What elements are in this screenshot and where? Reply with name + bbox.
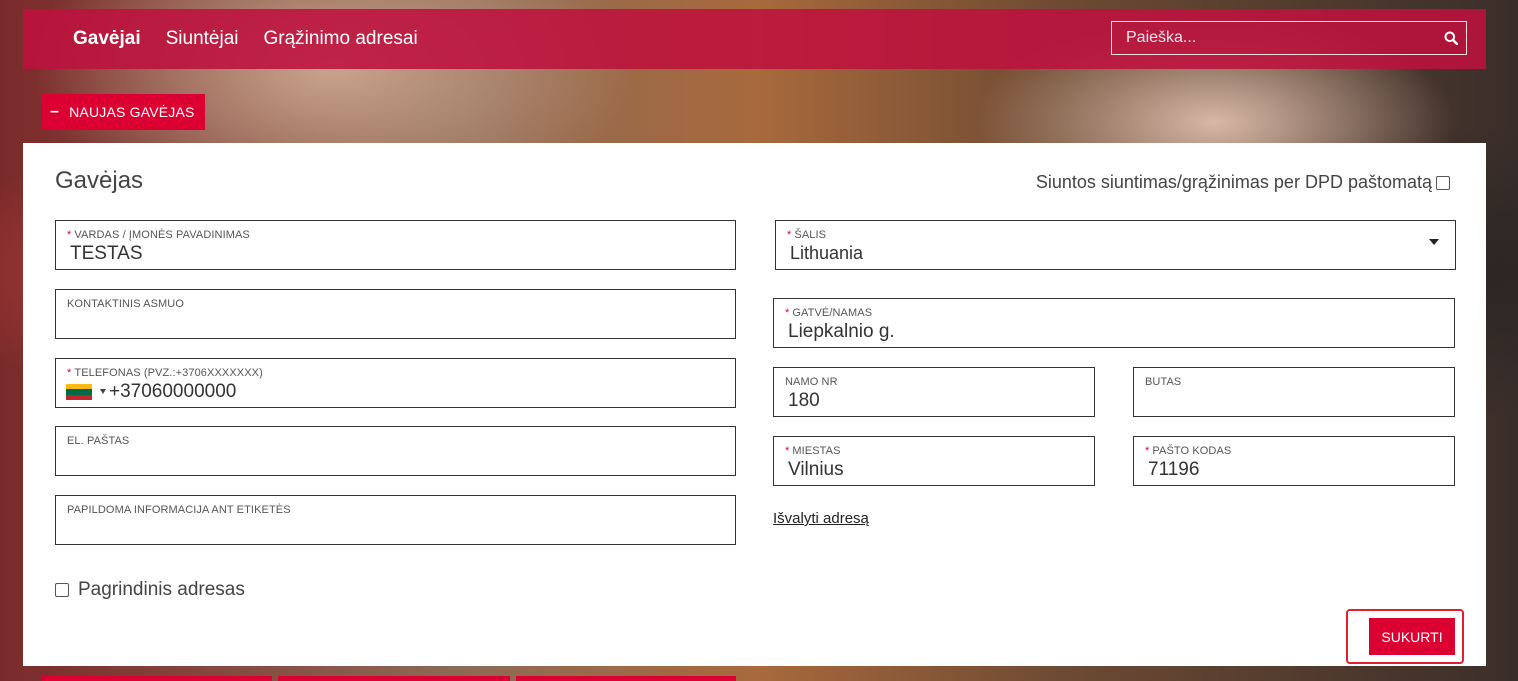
email-field[interactable]: EL. PAŠTAS <box>55 426 736 476</box>
label-extra-info-label: PAPILDOMA INFORMACIJA ANT ETIKETĖS <box>67 504 291 516</box>
top-navigation-bar: Gavėjai Siuntėjai Grąžinimo adresai <box>23 9 1486 69</box>
name-field-label: VARDAS / ĮMONĖS PAVADINIMAS <box>74 229 250 241</box>
lithuania-flag-icon[interactable] <box>66 384 92 400</box>
street-field[interactable]: * GATVĖ/NAMAS Liepkalnio g. <box>773 298 1455 348</box>
phone-field-label: TELEFONAS (PVZ.:+3706XXXXXXX) <box>74 367 263 379</box>
postcode-field-value: 71196 <box>1148 459 1200 480</box>
name-field[interactable]: * VARDAS / ĮMONĖS PAVADINIMAS TESTAS <box>55 220 736 270</box>
flat-field-label: BUTAS <box>1145 376 1182 388</box>
email-field-label: EL. PAŠTAS <box>67 435 130 447</box>
country-select-label: ŠALIS <box>794 229 827 241</box>
search-input[interactable] <box>1112 22 1436 54</box>
nav-item-senders[interactable]: Siuntėjai <box>166 28 239 50</box>
country-code-dropdown-icon[interactable] <box>100 389 106 394</box>
clear-address-link[interactable]: Išvalyti adresą <box>773 510 869 527</box>
street-field-value: Liepkalnio g. <box>788 321 895 342</box>
phone-field-value: +37060000000 <box>109 381 237 402</box>
search-icon[interactable] <box>1436 31 1466 45</box>
minus-icon: – <box>50 103 60 120</box>
create-button[interactable]: SUKURTI <box>1369 618 1455 655</box>
contact-person-label: KONTAKTINIS ASMUO <box>67 298 185 310</box>
name-field-value: TESTAS <box>70 243 143 264</box>
new-recipient-toggle-button[interactable]: – NAUJAS GAVĖJAS <box>42 94 205 130</box>
parcel-locker-option[interactable]: Siuntos siuntimas/grąžinimas per DPD paš… <box>1036 172 1450 193</box>
street-field-label: GATVĖ/NAMAS <box>792 307 873 319</box>
primary-address-label: Pagrindinis adresas <box>78 579 245 600</box>
nav-item-return-addresses[interactable]: Grąžinimo adresai <box>264 28 418 50</box>
label-extra-info-field[interactable]: PAPILDOMA INFORMACIJA ANT ETIKETĖS <box>55 495 736 545</box>
house-number-value: 180 <box>788 390 820 411</box>
bottom-tab-2 <box>278 676 510 681</box>
main-nav: Gavėjai Siuntėjai Grąžinimo adresai <box>73 28 443 50</box>
chevron-down-icon[interactable] <box>1429 239 1439 245</box>
city-field-value: Vilnius <box>788 459 844 480</box>
house-number-field[interactable]: NAMO NR 180 <box>773 367 1095 417</box>
city-field[interactable]: * MIESTAS Vilnius <box>773 436 1095 486</box>
postcode-field-label: PAŠTO KODAS <box>1152 445 1232 457</box>
flat-field[interactable]: BUTAS <box>1133 367 1455 417</box>
new-recipient-label: NAUJAS GAVĖJAS <box>69 104 195 120</box>
contact-person-field[interactable]: KONTAKTINIS ASMUO <box>55 289 736 339</box>
submit-button-highlight: SUKURTI <box>1346 609 1464 664</box>
house-number-label: NAMO NR <box>785 376 838 388</box>
bottom-tab-3 <box>516 676 736 681</box>
phone-field[interactable]: * TELEFONAS (PVZ.:+3706XXXXXXX) +37060000… <box>55 358 736 408</box>
bottom-tab-1 <box>42 676 272 681</box>
parcel-locker-label: Siuntos siuntimas/grąžinimas per DPD paš… <box>1035 172 1432 192</box>
recipient-form-panel: Gavėjas Siuntos siuntimas/grąžinimas per… <box>23 143 1486 666</box>
postcode-field[interactable]: * PAŠTO KODAS 71196 <box>1133 436 1455 486</box>
nav-item-recipients[interactable]: Gavėjai <box>73 28 141 50</box>
search-box <box>1111 21 1467 55</box>
city-field-label: MIESTAS <box>792 445 841 457</box>
primary-address-checkbox[interactable] <box>55 583 69 597</box>
country-select[interactable]: * ŠALIS Lithuania <box>775 220 1456 270</box>
country-select-value: Lithuania <box>790 243 864 263</box>
primary-address-option[interactable]: Pagrindinis adresas <box>55 579 245 601</box>
form-title: Gavėjas <box>55 167 144 194</box>
parcel-locker-checkbox[interactable] <box>1436 175 1450 190</box>
